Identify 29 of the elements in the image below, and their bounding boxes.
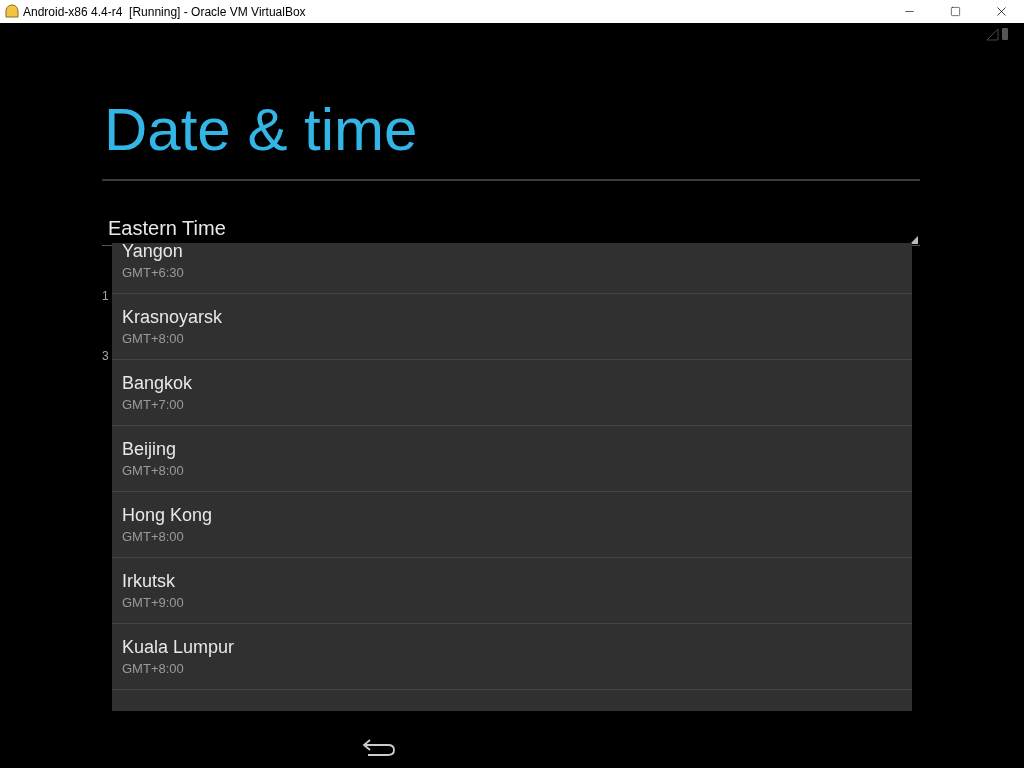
timezone-name: Yangon — [122, 243, 184, 262]
timezone-item[interactable]: Bangkok GMT+7:00 — [112, 360, 912, 426]
timezone-offset: GMT+8:00 — [122, 659, 185, 678]
timezone-item[interactable]: Kuala Lumpur GMT+8:00 — [112, 624, 912, 690]
page-title: Date & time — [104, 97, 419, 163]
timezone-item[interactable]: Yangon GMT+6:30 — [112, 243, 912, 294]
back-icon[interactable] — [362, 738, 396, 756]
timezone-name: Bangkok — [122, 371, 194, 394]
setting-summary: 3 — [102, 348, 109, 364]
timezone-name: Hong Kong — [122, 503, 214, 526]
timezone-name: Krasnoyarsk — [122, 305, 224, 328]
timezone-offset: GMT+8:00 — [122, 329, 185, 348]
setting-summary: 1 — [102, 288, 109, 304]
timezone-item[interactable]: Hong Kong GMT+8:00 — [112, 492, 912, 558]
timezone-item[interactable]: Krasnoyarsk GMT+8:00 — [112, 294, 912, 360]
timezone-name: Irkutsk — [122, 569, 176, 592]
timezone-name: Beijing — [122, 437, 178, 460]
timezone-name: Kuala Lumpur — [122, 635, 236, 658]
status-icons — [986, 27, 1010, 41]
timezone-offset: GMT+7:00 — [122, 395, 185, 414]
timezone-offset: GMT+8:00 — [122, 461, 185, 480]
timezone-offset: GMT+9:00 — [122, 593, 185, 612]
maximize-icon — [949, 6, 961, 17]
app-icon — [4, 4, 19, 19]
timezone-offset: GMT+6:30 — [122, 263, 185, 282]
window-title: Android-x86 4.4-r4 [Running] - Oracle VM VirtualBox — [23, 3, 306, 21]
timezone-item[interactable]: Irkutsk GMT+9:00 — [112, 558, 912, 624]
timezone-offset: GMT+8:00 — [122, 527, 185, 546]
timezone-item[interactable]: Beijing GMT+8:00 — [112, 426, 912, 492]
